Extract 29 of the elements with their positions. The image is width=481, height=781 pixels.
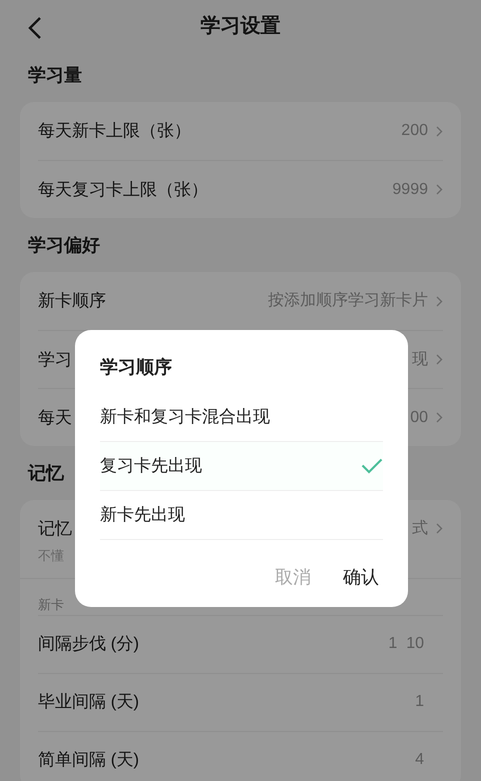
setting-value: 1 (415, 692, 424, 712)
subsection-label: 新卡 (38, 596, 64, 612)
setting-label[interactable]: 记忆 (38, 516, 72, 542)
setting-value: 4 (415, 750, 424, 770)
setting-label[interactable]: 简单间隔 (天) (38, 747, 140, 773)
setting-label[interactable]: 学习 (38, 346, 72, 372)
setting-value: 按添加顺序学习新卡片 (268, 290, 428, 311)
dialog-option[interactable]: 新卡先出现 (100, 491, 383, 540)
setting-label[interactable]: 新卡顺序 (38, 288, 106, 314)
check-icon (361, 458, 383, 474)
setting-label[interactable]: 毕业间隔 (天) (38, 689, 140, 715)
setting-label[interactable]: 间隔步伐 (分) (38, 631, 140, 657)
setting-value: 式 (412, 518, 428, 539)
setting-value: 00 (410, 408, 428, 428)
setting-label[interactable]: 每天 (38, 404, 72, 430)
setting-value: 200 (401, 121, 428, 141)
section-title: 学习偏好 (28, 235, 100, 255)
setting-label[interactable]: 每天新卡上限（张） (38, 118, 191, 144)
setting-value: 现 (412, 350, 428, 370)
section-title: 学习量 (28, 65, 82, 85)
section-title: 记忆 (28, 463, 64, 483)
page-title: 学习设置 (200, 14, 280, 39)
confirm-button[interactable]: 确认 (343, 564, 379, 591)
setting-value: 9999 (392, 180, 428, 200)
dialog-title: 学习顺序 (100, 357, 172, 377)
setting-value: 1 10 (388, 634, 424, 654)
dialog-option[interactable]: 复习卡先出现 (100, 442, 383, 491)
back-icon[interactable] (28, 16, 42, 40)
setting-label[interactable]: 每天复习卡上限（张） (38, 176, 208, 202)
